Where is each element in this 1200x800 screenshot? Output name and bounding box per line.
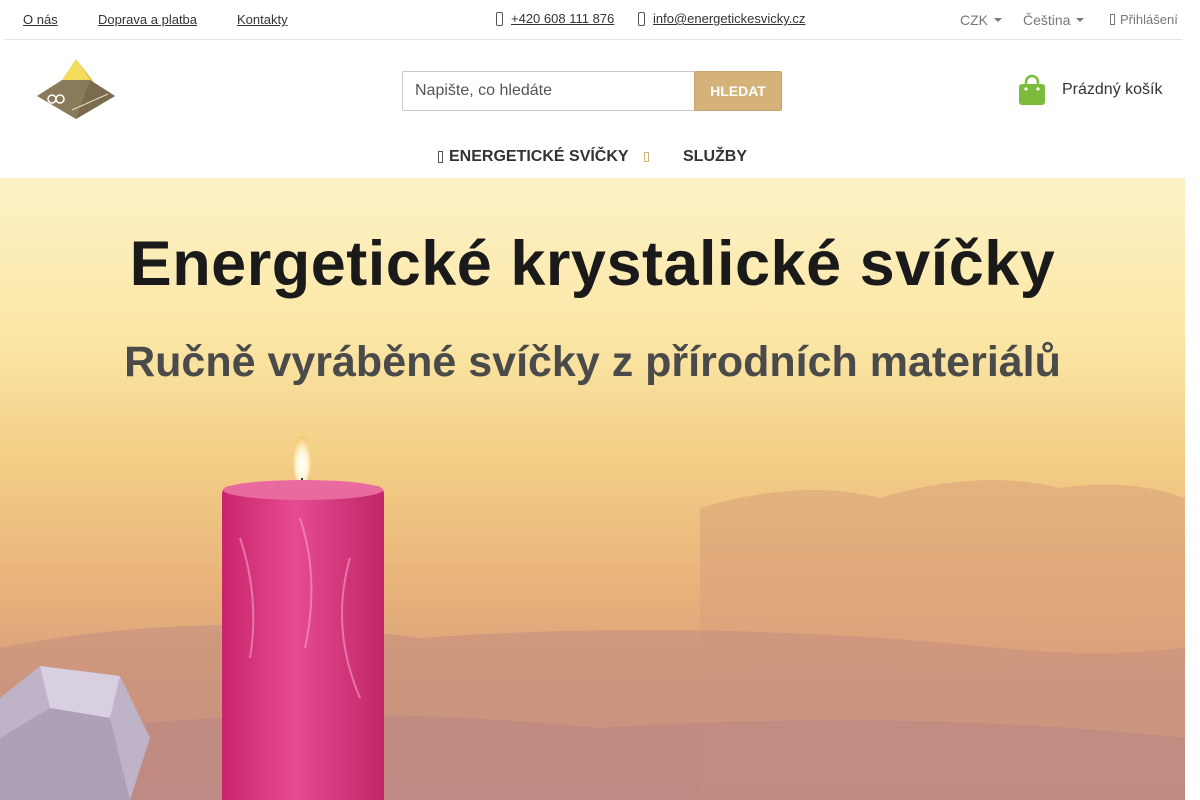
link-o-nas[interactable]: O nás bbox=[23, 12, 58, 27]
currency-value: CZK bbox=[960, 12, 988, 28]
cart-label: Prázdný košík bbox=[1062, 81, 1163, 98]
hero-title: Energetické krystalické svíčky bbox=[129, 229, 1056, 299]
top-bar: O nás Doprava a platba Kontakty +420 608… bbox=[4, 0, 1182, 40]
nav-item-energeticke-svicky[interactable]: ENERGETICKÉ SVÍČKY bbox=[438, 148, 649, 166]
phone-contact[interactable]: +420 608 111 876 bbox=[496, 11, 614, 26]
hero-banner[interactable]: Energetické krystalické svíčky Ručně vyr… bbox=[0, 178, 1185, 800]
search-input[interactable] bbox=[402, 71, 696, 111]
language-value: Čeština bbox=[1023, 12, 1071, 28]
currency-dropdown[interactable]: CZK bbox=[960, 12, 1002, 28]
nav-item-label: ENERGETICKÉ SVÍČKY bbox=[449, 148, 629, 165]
phone-number[interactable]: +420 608 111 876 bbox=[511, 11, 614, 26]
email-address[interactable]: info@energetickesvicky.cz bbox=[653, 11, 805, 26]
cart-button[interactable]: Prázdný košík bbox=[1016, 74, 1162, 106]
search-button[interactable]: HLEDAT bbox=[694, 71, 782, 111]
shopping-bag-icon bbox=[1019, 74, 1045, 105]
login-link[interactable]: Přihlášení bbox=[1110, 12, 1178, 27]
envelope-icon bbox=[638, 11, 645, 26]
chevron-right-icon bbox=[643, 152, 649, 162]
main-nav: ENERGETICKÉ SVÍČKY SLUŽBY bbox=[0, 146, 1200, 170]
chevron-down-icon bbox=[1076, 18, 1085, 22]
email-contact[interactable]: info@energetickesvicky.cz bbox=[638, 11, 805, 26]
nav-item-sluzby[interactable]: SLUŽBY bbox=[683, 148, 747, 166]
login-label: Přihlášení bbox=[1120, 12, 1178, 27]
pyramid-logo-icon bbox=[37, 59, 115, 119]
language-dropdown[interactable]: Čeština bbox=[1023, 12, 1085, 28]
link-kontakty[interactable]: Kontakty bbox=[237, 12, 288, 27]
menu-icon bbox=[438, 151, 443, 163]
user-icon bbox=[1110, 14, 1115, 25]
link-doprava-a-platba[interactable]: Doprava a platba bbox=[98, 12, 197, 27]
hero-subtitle: Ručně vyráběné svíčky z přírodních mater… bbox=[124, 338, 1061, 386]
site-logo[interactable] bbox=[36, 58, 116, 120]
chevron-down-icon bbox=[994, 18, 1002, 22]
phone-icon bbox=[496, 11, 503, 26]
nav-item-label: SLUŽBY bbox=[683, 148, 747, 165]
